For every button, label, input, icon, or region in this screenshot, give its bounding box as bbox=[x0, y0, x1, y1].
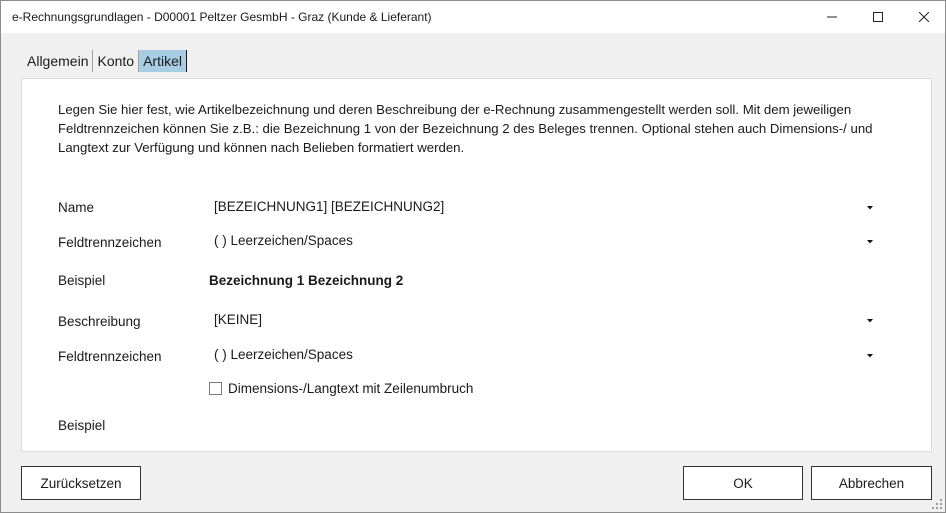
dropdown-arrow-icon[interactable] bbox=[863, 201, 877, 215]
dropdown-arrow-icon[interactable] bbox=[863, 349, 877, 363]
separator2-value: ( ) Leerzeichen/Spaces bbox=[214, 347, 353, 362]
tab-allgemein[interactable]: Allgemein bbox=[23, 50, 94, 72]
description-label: Beschreibung bbox=[58, 314, 141, 329]
dialog-window: e-Rechnungsgrundlagen - D00001 Peltzer G… bbox=[0, 0, 946, 513]
separator1-dropdown[interactable]: ( ) Leerzeichen/Spaces bbox=[205, 231, 877, 253]
cancel-button[interactable]: Abbrechen bbox=[811, 466, 932, 500]
separator2-label: Feldtrennzeichen bbox=[58, 349, 162, 364]
ok-button[interactable]: OK bbox=[683, 466, 803, 500]
reset-button[interactable]: Zurücksetzen bbox=[21, 466, 141, 500]
linebreak-option[interactable]: Dimensions-/Langtext mit Zeilenumbruch bbox=[209, 379, 473, 397]
dropdown-arrow-icon[interactable] bbox=[863, 235, 877, 249]
linebreak-checkbox[interactable] bbox=[209, 381, 222, 395]
linebreak-checkbox-label[interactable]: Dimensions-/Langtext mit Zeilenumbruch bbox=[228, 381, 473, 396]
close-icon bbox=[919, 12, 929, 22]
maximize-button[interactable] bbox=[855, 1, 901, 33]
tab-artikel[interactable]: Artikel bbox=[139, 50, 187, 72]
minimize-icon bbox=[827, 12, 837, 22]
article-description-text: Legen Sie hier fest, wie Artikelbezeichn… bbox=[58, 102, 873, 155]
description-value: [KEINE] bbox=[214, 312, 263, 327]
example2-label: Beispiel bbox=[58, 418, 106, 433]
separator1-value: ( ) Leerzeichen/Spaces bbox=[214, 233, 353, 248]
description-dropdown[interactable]: [KEINE] bbox=[205, 310, 877, 332]
resize-grip-icon[interactable] bbox=[931, 498, 943, 510]
window-title: e-Rechnungsgrundlagen - D00001 Peltzer G… bbox=[12, 10, 432, 24]
maximize-icon bbox=[873, 12, 883, 22]
example1-value: Bezeichnung 1 Bezeichnung 2 bbox=[209, 273, 404, 288]
dialog-content: Allgemein Konto Artikel Legen Sie hier f… bbox=[1, 33, 945, 512]
example1-label: Beispiel bbox=[58, 273, 106, 288]
name-dropdown[interactable]: [BEZEICHNUNG1] [BEZEICHNUNG2] bbox=[205, 197, 877, 219]
separator1-label: Feldtrennzeichen bbox=[58, 235, 162, 250]
tab-strip: Allgemein Konto Artikel bbox=[23, 50, 187, 72]
separator2-dropdown[interactable]: ( ) Leerzeichen/Spaces bbox=[205, 345, 877, 367]
close-button[interactable] bbox=[901, 1, 946, 33]
minimize-button[interactable] bbox=[809, 1, 855, 33]
name-label: Name bbox=[58, 200, 95, 215]
title-bar[interactable]: e-Rechnungsgrundlagen - D00001 Peltzer G… bbox=[1, 1, 945, 33]
article-settings-panel: Legen Sie hier fest, wie Artikelbezeichn… bbox=[21, 78, 932, 452]
tab-konto[interactable]: Konto bbox=[93, 50, 140, 72]
name-value: [BEZEICHNUNG1] [BEZEICHNUNG2] bbox=[214, 199, 445, 214]
dropdown-arrow-icon[interactable] bbox=[863, 314, 877, 328]
